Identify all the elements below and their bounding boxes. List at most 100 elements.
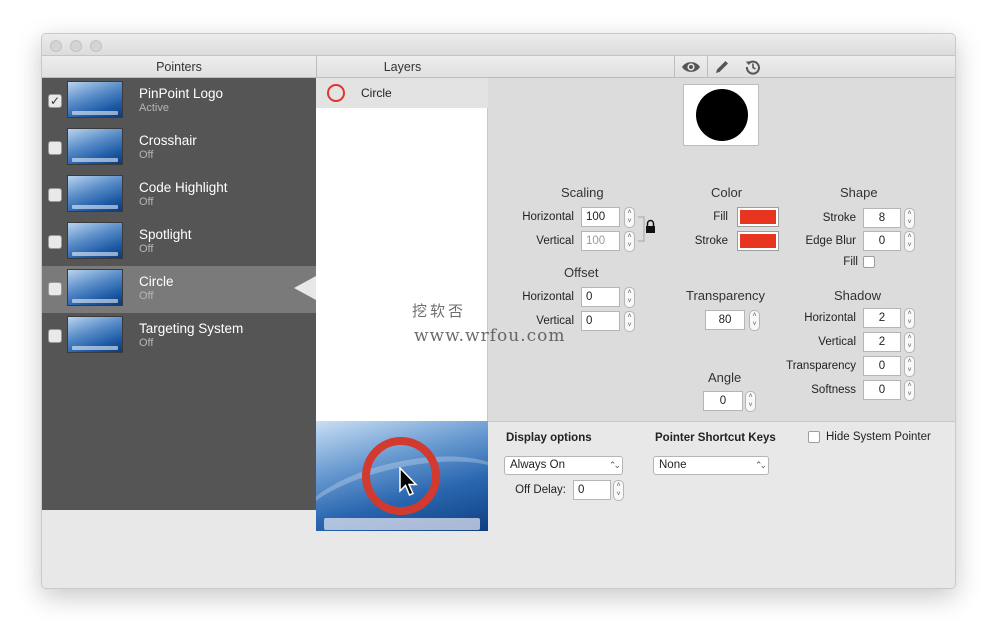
offset-vertical-stepper[interactable]: ˄ ˅	[624, 311, 635, 332]
shadow-horizontal-label: Horizontal	[804, 312, 856, 324]
off-delay-label: Off Delay:	[515, 484, 566, 496]
offset-title: Offset	[564, 265, 599, 280]
shadow-transparency-stepper[interactable]: ˄ ˅	[904, 356, 915, 377]
shadow-title: Shadow	[834, 288, 881, 303]
editor-toolbar	[488, 56, 955, 78]
offset-horizontal-stepper[interactable]: ˄ ˅	[624, 287, 635, 308]
pointer-enabled-checkbox[interactable]	[48, 282, 62, 296]
shape-preview	[683, 84, 759, 146]
shadow-transparency-field[interactable]: 0	[863, 356, 901, 376]
eye-icon[interactable]	[677, 57, 705, 77]
pointer-item[interactable]: Spotlight Off	[42, 219, 316, 266]
pointer-status: Off	[139, 337, 154, 349]
color-title: Color	[711, 185, 743, 200]
angle-title: Angle	[708, 370, 742, 385]
dock-preview	[324, 518, 480, 530]
stroke-color-swatch[interactable]	[737, 231, 779, 251]
pointer-enabled-checkbox[interactable]	[48, 188, 62, 202]
scaling-vertical-label: Vertical	[536, 235, 574, 247]
circle-shape-preview	[696, 89, 748, 141]
edge-blur-stepper[interactable]: ˄ ˅	[904, 231, 915, 252]
display-options-popup[interactable]: Always On ⌃⌄	[504, 456, 623, 475]
shadow-transparency-label: Transparency	[786, 360, 856, 372]
pointer-enabled-checkbox[interactable]	[48, 235, 62, 249]
shadow-softness-field[interactable]: 0	[863, 380, 901, 400]
layer-item-circle[interactable]: Circle	[316, 78, 488, 108]
shadow-vertical-stepper[interactable]: ˄ ˅	[904, 332, 915, 353]
pointer-item[interactable]: ✓ PinPoint Logo Active	[42, 78, 316, 125]
pointer-name: PinPoint Logo	[139, 86, 224, 101]
layer-label: Circle	[361, 86, 392, 100]
transparency-title: Transparency	[686, 288, 765, 303]
pointer-name: Circle	[139, 274, 174, 289]
shadow-softness-stepper[interactable]: ˄ ˅	[904, 380, 915, 401]
scaling-title: Scaling	[561, 185, 604, 200]
transparency-stepper[interactable]: ˄ ˅	[749, 310, 760, 331]
selection-arrow-icon	[294, 276, 316, 300]
pointer-status: Off	[139, 243, 154, 255]
chevron-updown-icon: ⌃⌄	[754, 460, 767, 470]
display-options-panel: Display options Always On ⌃⌄ Off Delay: …	[488, 421, 955, 588]
transparency-field[interactable]: 80	[705, 310, 745, 330]
fill-color-swatch[interactable]	[737, 207, 779, 227]
scaling-vertical-field[interactable]: 100	[581, 231, 620, 251]
shadow-vertical-field[interactable]: 2	[863, 332, 901, 352]
offset-horizontal-label: Horizontal	[522, 291, 574, 303]
shape-title: Shape	[840, 185, 878, 200]
title-bar	[42, 34, 955, 56]
stroke-color-label: Stroke	[694, 235, 728, 247]
edge-blur-field[interactable]: 0	[863, 231, 901, 251]
pointer-item[interactable]: Code Highlight Off	[42, 172, 316, 219]
shape-stroke-field[interactable]: 8	[863, 208, 901, 228]
pointer-name: Crosshair	[139, 133, 197, 148]
pencil-icon[interactable]	[708, 57, 736, 77]
layers-header: Layers	[316, 56, 488, 78]
pointer-item[interactable]: Crosshair Off	[42, 125, 316, 172]
shortcut-keys-popup[interactable]: None ⌃⌄	[653, 456, 769, 475]
circle-icon	[327, 84, 345, 102]
shadow-softness-label: Softness	[811, 384, 856, 396]
off-delay-field[interactable]: 0	[573, 480, 611, 500]
lock-icon[interactable]	[638, 214, 656, 244]
hide-system-pointer-checkbox[interactable]	[808, 431, 820, 443]
off-delay-stepper[interactable]: ˄ ˅	[613, 480, 624, 501]
pointer-enabled-checkbox[interactable]: ✓	[48, 94, 62, 108]
pointer-item[interactable]: Circle Off	[42, 266, 316, 313]
scaling-vertical-stepper[interactable]: ˄ ˅	[624, 231, 635, 252]
shortcut-keys-value: None	[659, 459, 687, 471]
layer-editor: Scaling Horizontal 100 ˄ ˅ Vertical 100 ˄…	[488, 78, 955, 421]
pointer-enabled-checkbox[interactable]	[48, 329, 62, 343]
display-options-label: Display options	[506, 432, 592, 444]
offset-vertical-field[interactable]: 0	[581, 311, 620, 331]
shape-stroke-stepper[interactable]: ˄ ˅	[904, 208, 915, 229]
pointer-list: ✓ PinPoint Logo Active Crosshair Off Code Hig…	[42, 78, 316, 510]
offset-horizontal-field[interactable]: 0	[581, 287, 620, 307]
cursor-icon	[399, 467, 418, 496]
shadow-horizontal-field[interactable]: 2	[863, 308, 901, 328]
pointer-thumbnail	[67, 269, 123, 306]
pointer-name: Targeting System	[139, 321, 244, 336]
pointers-header: Pointers	[42, 56, 316, 78]
shape-fill-checkbox[interactable]	[863, 256, 875, 268]
pointers-panel: Pointers ✓ PinPoint Logo Active Crosshair Of…	[42, 56, 316, 588]
pointer-name: Spotlight	[139, 227, 192, 242]
pointer-enabled-checkbox[interactable]	[48, 141, 62, 155]
display-options-value: Always On	[510, 459, 565, 471]
pointer-preview	[316, 421, 488, 531]
minimize-button[interactable]	[70, 40, 82, 52]
angle-field[interactable]: 0	[703, 391, 743, 411]
fill-color-label: Fill	[713, 211, 728, 223]
scaling-horizontal-stepper[interactable]: ˄ ˅	[624, 207, 635, 228]
angle-stepper[interactable]: ˄ ˅	[745, 391, 756, 412]
pointer-status: Off	[139, 290, 154, 302]
pointer-item[interactable]: Targeting System Off	[42, 313, 316, 360]
scaling-horizontal-field[interactable]: 100	[581, 207, 620, 227]
history-icon[interactable]	[739, 57, 767, 77]
close-button[interactable]	[50, 40, 62, 52]
chevron-updown-icon: ⌃⌄	[608, 460, 621, 470]
shadow-vertical-label: Vertical	[818, 336, 856, 348]
hide-system-pointer-label: Hide System Pointer	[826, 431, 931, 443]
pointer-status: Active	[139, 102, 169, 114]
zoom-button[interactable]	[90, 40, 102, 52]
shadow-horizontal-stepper[interactable]: ˄ ˅	[904, 308, 915, 329]
